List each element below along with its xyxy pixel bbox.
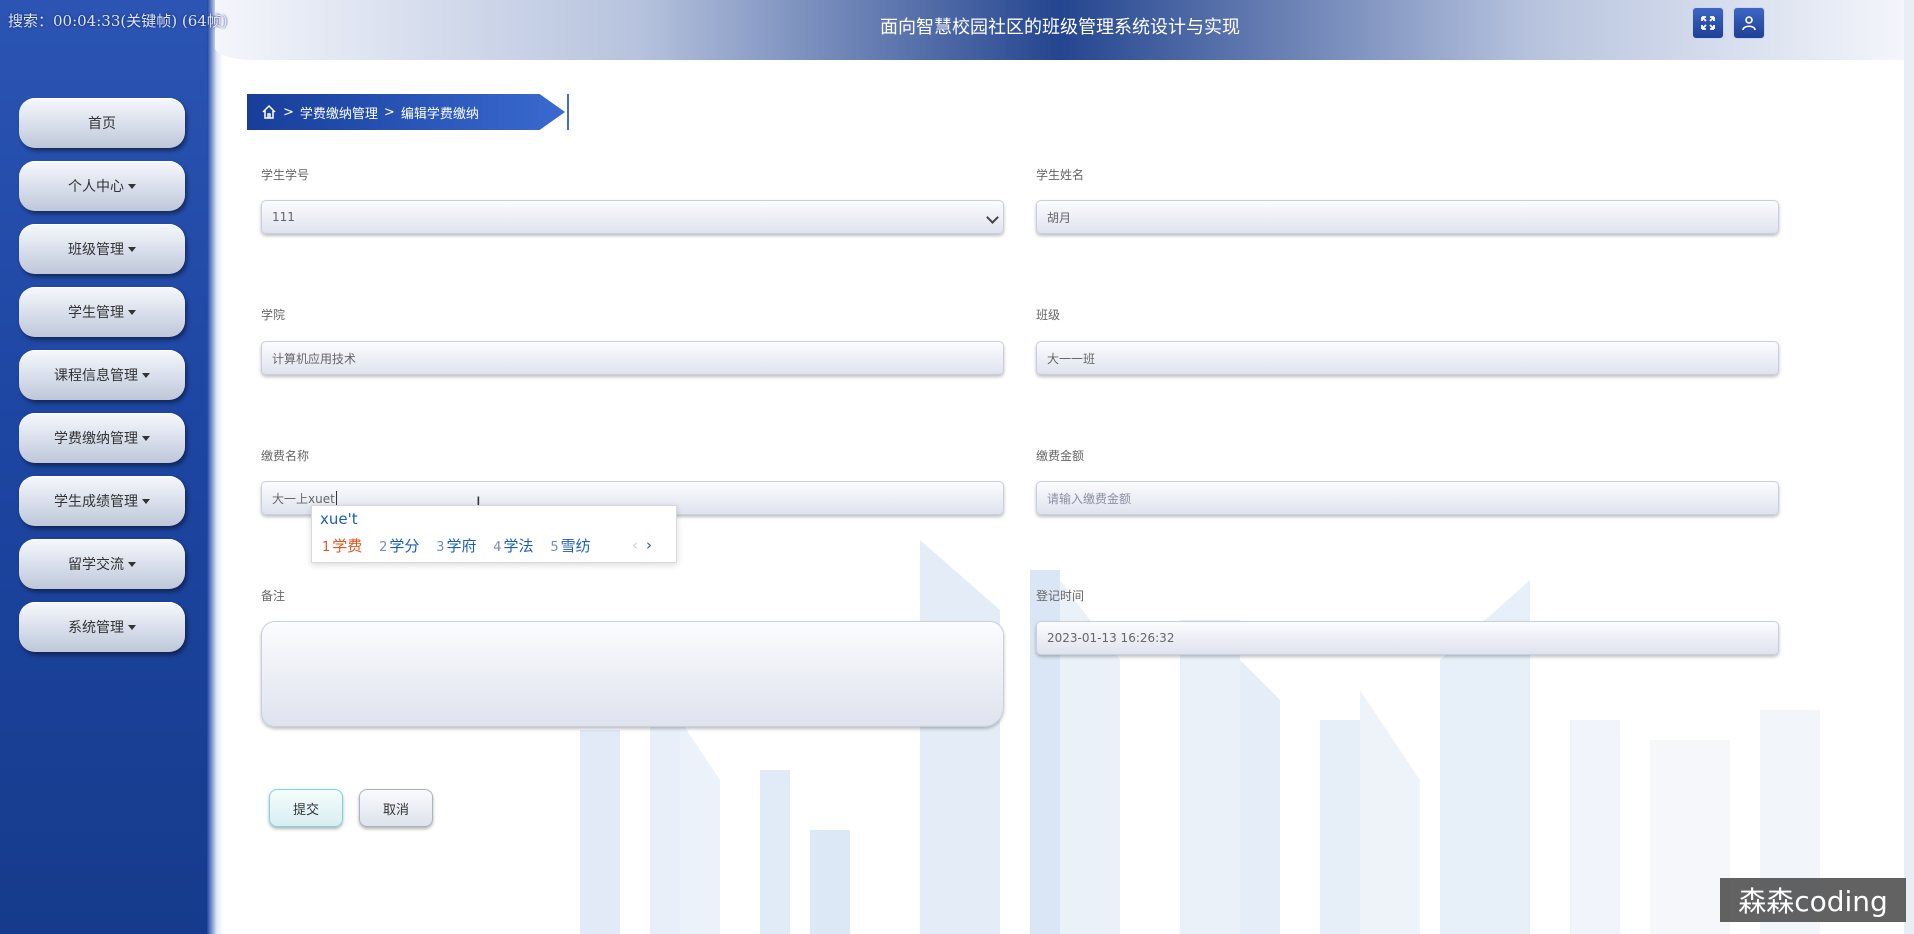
- remark-textarea[interactable]: [261, 621, 1004, 727]
- college-label: 学院: [261, 308, 286, 322]
- breadcrumb-edit-tuition: 编辑学费缴纳: [400, 106, 479, 122]
- caret-down-icon: [128, 561, 136, 567]
- ime-composition: xue't: [320, 510, 358, 528]
- sidebar-item-label: 课程信息管理: [54, 368, 138, 384]
- sidebar-item-label: 学费缴纳管理: [54, 431, 138, 447]
- ime-prev-page-icon[interactable]: ‹: [632, 536, 638, 554]
- breadcrumb-separator: >: [383, 104, 395, 120]
- college-value: 计算机应用技术: [272, 351, 357, 366]
- user-button[interactable]: [1733, 7, 1765, 39]
- register-time-value: 2023-01-13 16:26:32: [1047, 631, 1175, 645]
- remark-label: 备注: [261, 589, 286, 603]
- ime-candidate-window: xue't 1 学费 2 学分 3 学府 4 学法 5 雪纺 ‹ ›: [311, 505, 677, 563]
- candidate-number: 2: [379, 540, 388, 555]
- candidate-text: 学法: [503, 537, 534, 555]
- sidebar-item-home[interactable]: 首页: [19, 98, 185, 148]
- sidebar-item-system-management[interactable]: 系统管理: [19, 602, 185, 652]
- sidebar-item-course-info[interactable]: 课程信息管理: [19, 350, 185, 400]
- caret-down-icon: [128, 183, 136, 189]
- home-icon[interactable]: [261, 104, 277, 120]
- cancel-button[interactable]: 取消: [359, 789, 433, 827]
- submit-button[interactable]: 提交: [269, 789, 343, 827]
- sidebar-item-label: 留学交流: [68, 557, 124, 573]
- candidate-text: 学费: [332, 537, 363, 555]
- fee-amount-field[interactable]: 请输入缴费金额: [1036, 481, 1779, 515]
- city-background-illustration: [580, 540, 1820, 934]
- chevron-down-icon: [986, 211, 999, 224]
- watermark: 森森coding: [1720, 878, 1906, 922]
- student-id-select[interactable]: 111: [261, 200, 1004, 234]
- sidebar-item-label: 系统管理: [68, 620, 124, 636]
- fee-amount-label: 缴费金额: [1036, 449, 1085, 463]
- college-field[interactable]: 计算机应用技术: [261, 341, 1004, 375]
- caret-down-icon: [142, 435, 150, 441]
- sidebar-item-personal-center[interactable]: 个人中心: [19, 161, 185, 211]
- candidate-number: 3: [436, 540, 445, 555]
- sidebar-item-class-management[interactable]: 班级管理: [19, 224, 185, 274]
- ime-next-page-icon[interactable]: ›: [646, 536, 652, 554]
- sidebar-item-student-management[interactable]: 学生管理: [19, 287, 185, 337]
- sidebar-item-label: 学生成绩管理: [54, 494, 138, 510]
- sidebar-item-study-abroad[interactable]: 留学交流: [19, 539, 185, 589]
- screen-recorder-overlay: 搜索：00:04:33(关键帧) (64帧): [8, 12, 228, 30]
- top-header: 面向智慧校园社区的班级管理系统设计与实现: [215, 0, 1905, 60]
- scrollbar[interactable]: [1904, 0, 1914, 934]
- ime-candidate[interactable]: 4 学法: [493, 537, 533, 555]
- candidate-number: 5: [550, 540, 559, 555]
- class-label: 班级: [1036, 308, 1061, 322]
- caret-down-icon: [128, 309, 136, 315]
- ime-candidate[interactable]: 1 学费: [322, 537, 362, 555]
- sidebar-item-label: 班级管理: [68, 242, 124, 258]
- register-time-field[interactable]: 2023-01-13 16:26:32: [1036, 621, 1779, 655]
- app-title: 面向智慧校园社区的班级管理系统设计与实现: [880, 17, 1240, 38]
- student-name-value: 胡月: [1047, 210, 1072, 225]
- register-time-label: 登记时间: [1036, 589, 1085, 603]
- student-id-label: 学生学号: [261, 168, 310, 182]
- candidate-number: 1: [322, 540, 331, 555]
- ime-candidate[interactable]: 5 雪纺: [550, 537, 590, 555]
- fullscreen-button[interactable]: [1692, 7, 1724, 39]
- text-caret: [335, 491, 337, 505]
- sidebar-item-label: 个人中心: [68, 179, 124, 195]
- cancel-button-label: 取消: [382, 802, 409, 818]
- breadcrumb-tuition-payment[interactable]: 学费缴纳管理: [300, 103, 378, 122]
- fee-amount-placeholder: 请输入缴费金额: [1047, 491, 1132, 506]
- student-id-value: 111: [272, 210, 295, 224]
- fee-name-value: 大一上xuet: [272, 491, 335, 506]
- class-value: 大一一班: [1047, 351, 1096, 366]
- fee-name-label: 缴费名称: [261, 449, 310, 463]
- student-name-field[interactable]: 胡月: [1036, 200, 1779, 234]
- breadcrumb-divider: [567, 94, 569, 130]
- caret-down-icon: [142, 498, 150, 504]
- sidebar-item-grades[interactable]: 学生成绩管理: [19, 476, 185, 526]
- ime-candidate[interactable]: 3 学府: [436, 537, 476, 555]
- student-name-label: 学生姓名: [1036, 168, 1085, 182]
- fullscreen-icon: [1701, 16, 1715, 30]
- breadcrumb-separator: >: [283, 104, 294, 120]
- candidate-text: 学分: [389, 537, 420, 555]
- submit-button-label: 提交: [292, 802, 319, 818]
- candidate-text: 学府: [446, 537, 477, 555]
- sidebar-item-label: 学生管理: [68, 305, 124, 321]
- ime-candidate[interactable]: 2 学分: [379, 537, 419, 555]
- caret-down-icon: [142, 372, 150, 378]
- candidate-number: 4: [493, 540, 502, 555]
- user-icon: [1742, 16, 1756, 31]
- sidebar-item-label: 首页: [88, 116, 116, 132]
- breadcrumb: > 学费缴纳管理 > 编辑学费缴纳: [247, 94, 565, 130]
- sidebar-item-tuition-payment[interactable]: 学费缴纳管理: [19, 413, 185, 463]
- candidate-text: 雪纺: [560, 537, 591, 555]
- caret-down-icon: [128, 624, 136, 630]
- caret-down-icon: [128, 246, 136, 252]
- class-field[interactable]: 大一一班: [1036, 341, 1779, 375]
